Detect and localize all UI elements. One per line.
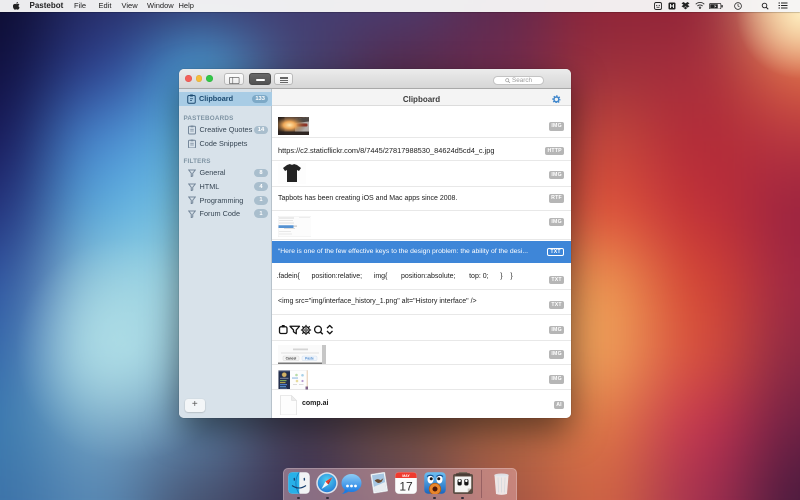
svg-text:17: 17 — [399, 479, 413, 493]
svg-text:Paste: Paste — [305, 356, 314, 360]
svg-text:MAY: MAY — [402, 474, 410, 478]
svg-text:Cancel: Cancel — [285, 356, 296, 360]
